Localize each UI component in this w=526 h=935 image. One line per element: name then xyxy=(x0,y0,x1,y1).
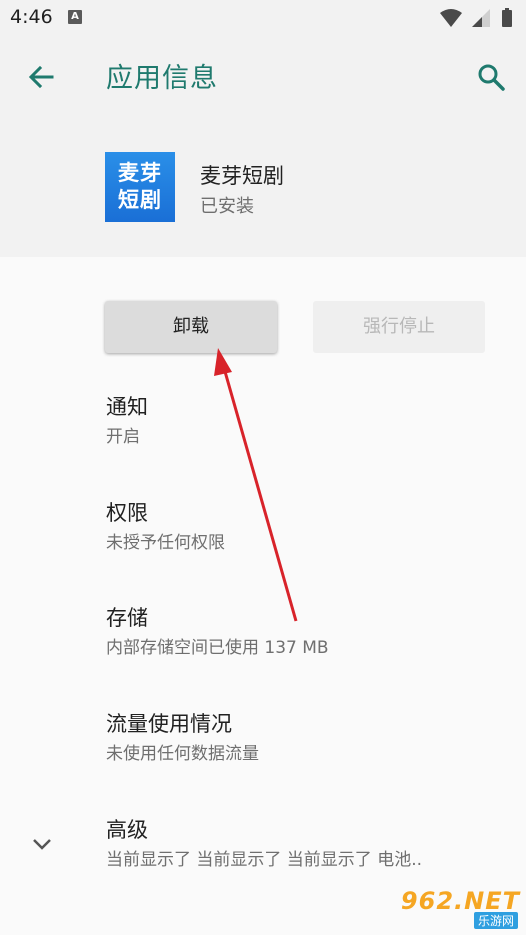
arrow-left-icon xyxy=(28,65,54,89)
settings-item-notifications[interactable]: 通知 开启 xyxy=(106,392,506,450)
settings-item-subtitle: 未授予任何权限 xyxy=(106,533,225,553)
wifi-icon xyxy=(440,9,462,27)
back-button[interactable] xyxy=(22,58,62,98)
status-time: 4:46 xyxy=(10,6,53,28)
settings-item-subtitle: 未使用任何数据流量 xyxy=(106,744,259,764)
settings-item-subtitle: 开启 xyxy=(106,427,140,447)
settings-item-title: 高级 xyxy=(106,818,148,842)
app-install-status: 已安装 xyxy=(200,196,254,217)
app-icon-line2: 短剧 xyxy=(118,188,162,212)
app-header: 麦芽 短剧 麦芽短剧 已安装 xyxy=(0,120,526,257)
watermark-logo: 962.NET 乐游网 xyxy=(392,887,520,929)
page-title: 应用信息 xyxy=(106,63,218,94)
notification-badge-icon: A xyxy=(68,10,82,24)
settings-content: 卸载 强行停止 通知 开启 权限 未授予任何权限 存储 内部存储空间已使用 13… xyxy=(0,257,526,935)
settings-item-title: 存储 xyxy=(106,606,148,630)
battery-icon xyxy=(502,8,512,27)
force-stop-button[interactable]: 强行停止 xyxy=(313,301,485,353)
settings-item-title: 权限 xyxy=(106,501,148,525)
search-button[interactable] xyxy=(472,58,512,98)
chevron-down-icon xyxy=(33,839,51,850)
settings-item-storage[interactable]: 存储 内部存储空间已使用 137 MB xyxy=(106,603,506,661)
settings-item-data-usage[interactable]: 流量使用情况 未使用任何数据流量 xyxy=(106,709,506,767)
status-icons xyxy=(438,7,518,33)
signal-icon xyxy=(472,9,490,27)
settings-item-title: 通知 xyxy=(106,395,148,419)
app-icon: 麦芽 短剧 xyxy=(105,152,175,222)
app-bar: 应用信息 xyxy=(0,36,526,120)
settings-item-advanced[interactable]: 高级 当前显示了 当前显示了 当前显示了 电池.. xyxy=(106,815,506,873)
settings-item-permissions[interactable]: 权限 未授予任何权限 xyxy=(106,498,506,556)
search-icon xyxy=(478,64,505,91)
watermark-text: 962.NET xyxy=(400,887,520,915)
settings-item-subtitle: 内部存储空间已使用 137 MB xyxy=(106,638,329,658)
app-name: 麦芽短剧 xyxy=(200,164,284,188)
watermark-subtext: 乐游网 xyxy=(473,912,518,929)
expand-advanced-button[interactable] xyxy=(28,830,56,858)
uninstall-button[interactable]: 卸载 xyxy=(105,301,277,353)
status-bar: 4:46 A xyxy=(0,0,526,36)
settings-item-title: 流量使用情况 xyxy=(106,712,232,736)
settings-item-subtitle: 当前显示了 当前显示了 当前显示了 电池.. xyxy=(106,850,423,870)
app-icon-line1: 麦芽 xyxy=(118,161,162,185)
